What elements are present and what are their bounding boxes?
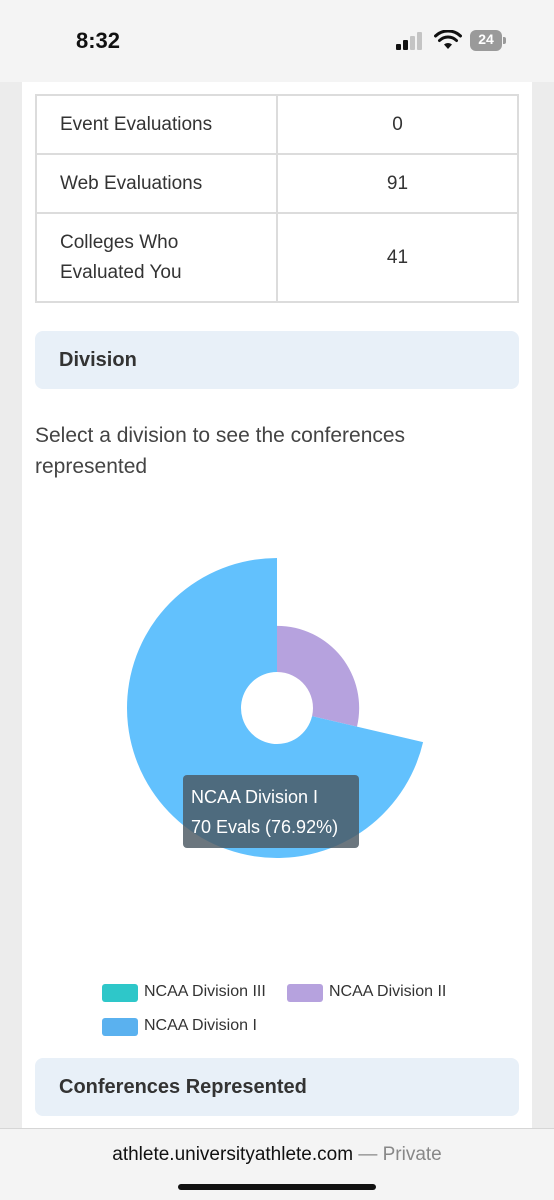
legend-swatch [102,1018,138,1036]
table-row: Event Evaluations 0 [35,94,519,155]
division-section-header: Division [35,331,519,389]
row-label: Colleges Who Evaluated You [35,212,278,303]
content-card: Event Evaluations 0 Web Evaluations 91 C… [22,82,532,1128]
legend-swatch [287,984,323,1002]
browser-address-bar[interactable]: athlete.universityathlete.com — Private [0,1128,554,1200]
cellular-signal-icon [396,32,424,50]
chart-legend: NCAA Division III NCAA Division II NCAA … [102,982,482,1052]
url-domain: athlete.universityathlete.com [112,1144,354,1165]
status-bar: 8:32 24 [0,0,554,82]
conferences-section-header: Conferences Represented [35,1058,519,1116]
division-polar-chart[interactable] [22,522,532,922]
chart-tooltip: NCAA Division I 70 Evals (76.92%) [183,775,359,848]
section-title: Conferences Represented [59,1076,307,1098]
url-separator: — [358,1144,378,1165]
clock: 8:32 [76,28,121,53]
tooltip-text: 70 Evals (76.92%) [191,817,339,837]
private-mode-label: Private [382,1144,442,1165]
legend-label: NCAA Division III [144,983,266,1000]
battery-level: 24 [478,31,494,47]
row-label: Web Evaluations [35,153,278,214]
legend-swatch [102,984,138,1002]
url-display[interactable]: athlete.universityathlete.com — Private [0,1144,554,1166]
chart-sector-ncaa-division-ii[interactable] [277,625,360,727]
row-value: 0 [276,94,519,155]
table-row: Web Evaluations 91 [35,153,519,214]
section-title: Division [59,349,137,371]
legend-label: NCAA Division II [329,983,447,1000]
table-row: Colleges Who Evaluated You 41 [35,212,519,303]
division-helper-text: Select a division to see the conferences… [35,424,406,478]
legend-label: NCAA Division I [144,1017,257,1034]
tooltip-title: NCAA Division I [191,787,319,807]
evaluations-table: Event Evaluations 0 Web Evaluations 91 C… [35,94,519,303]
wifi-icon [434,30,462,49]
home-indicator[interactable] [178,1184,376,1190]
row-value: 41 [276,212,519,303]
battery-icon: 24 [470,30,506,51]
web-page[interactable]: Event Evaluations 0 Web Evaluations 91 C… [0,82,554,1128]
row-label: Event Evaluations [35,94,278,155]
row-value: 91 [276,153,519,214]
